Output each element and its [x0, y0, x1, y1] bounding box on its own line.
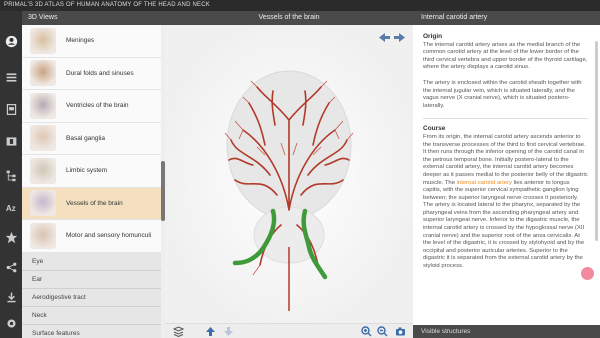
category-item[interactable]: Ear [22, 270, 165, 289]
rotate-left-arrow-icon[interactable] [379, 33, 390, 42]
view-label: Dural folds and sinuses [66, 69, 134, 77]
visible-structures-bar[interactable]: Visible structures [413, 325, 600, 338]
model-viewer: Vessels of the brain [165, 11, 413, 338]
section-divider [423, 118, 588, 120]
zoom-out-icon[interactable] [377, 326, 388, 337]
course-text-end: lies anterior to longus capitis, with th… [423, 179, 585, 270]
pin-icon[interactable] [581, 267, 594, 280]
rotate-right-arrow-icon[interactable] [394, 33, 405, 42]
download-icon[interactable] [3, 289, 19, 305]
view-label: Limbic system [66, 167, 108, 175]
camera-icon[interactable] [395, 326, 406, 337]
arrow-down-icon[interactable] [223, 326, 234, 337]
view-nav-arrows [379, 33, 405, 42]
star-icon[interactable] [3, 229, 19, 245]
view-thumbnail [30, 190, 56, 217]
views-panel: 3D Views Meninges Dural folds and sinuses… [22, 11, 165, 338]
info-content[interactable]: Origin The internal carotid artery arise… [413, 25, 600, 325]
film-icon[interactable] [3, 133, 19, 149]
course-text-start: From its origin, the internal carotid ar… [423, 133, 588, 186]
view-thumbnail [30, 157, 56, 184]
arrow-up-icon[interactable] [205, 326, 216, 337]
info-panel-title: Internal carotid artery [413, 11, 600, 25]
view-item[interactable]: Dural folds and sinuses [22, 57, 165, 90]
categories-list: Eye Ear Aerodigestive tract Neck Surface fea… [22, 252, 165, 338]
view-thumbnail [30, 222, 56, 249]
course-heading: Course [423, 125, 446, 133]
view-label: Vessels of the brain [66, 199, 123, 207]
category-item[interactable]: Surface features [22, 324, 165, 338]
views-list: Meninges Dural folds and sinuses Ventricle… [22, 25, 165, 253]
view-item[interactable]: Motor and sensory homunculi [22, 220, 165, 253]
view-item[interactable]: Vessels of the brain [22, 187, 165, 220]
view-label: Basal ganglia [66, 134, 106, 142]
info-panel: Internal carotid artery Origin The inter… [413, 11, 600, 338]
book-icon[interactable] [3, 101, 19, 117]
view-thumbnail [30, 92, 56, 119]
origin-paragraph-2: The artery is enclosed within the caroti… [423, 79, 582, 109]
viewer-bottom-bar [165, 323, 413, 338]
view-item[interactable]: Basal ganglia [22, 122, 165, 155]
view-thumbnail [30, 27, 56, 54]
view-label: Ventricles of the brain [66, 102, 129, 110]
settings-icon[interactable] [3, 315, 19, 331]
tree-icon[interactable] [3, 167, 19, 183]
zoom-in-icon[interactable] [361, 326, 372, 337]
view-item[interactable]: Limbic system [22, 155, 165, 188]
viewer-title: Vessels of the brain [165, 11, 413, 25]
view-thumbnail [30, 125, 56, 152]
brain-vessels-3d-canvas[interactable] [165, 25, 413, 323]
left-toolbar: Az [0, 11, 22, 338]
layers-icon[interactable] [3, 69, 19, 85]
svg-text:Az: Az [5, 203, 15, 212]
internal-carotid-artery-link[interactable]: internal carotid artery [457, 180, 512, 186]
category-item[interactable]: Eye [22, 252, 165, 271]
layers-stack-icon[interactable] [173, 326, 184, 337]
az-icon[interactable]: Az [3, 199, 19, 215]
view-thumbnail [30, 60, 56, 87]
views-panel-title: 3D Views [22, 11, 165, 25]
view-label: Meninges [66, 37, 95, 45]
view-item[interactable]: Ventricles of the brain [22, 90, 165, 123]
course-paragraph: From its origin, the internal carotid ar… [423, 134, 588, 271]
category-item[interactable]: Neck [22, 306, 165, 325]
origin-heading: Origin [423, 33, 443, 40]
app-title-bar: PRIMAL'S 3D ATLAS OF HUMAN ANATOMY OF TH… [0, 0, 600, 11]
info-scrollbar[interactable] [595, 41, 598, 241]
share-icon[interactable] [3, 259, 19, 275]
view-item[interactable]: Meninges [22, 25, 165, 58]
origin-paragraph-1: The internal carotid artery arises as th… [423, 41, 588, 71]
user-icon[interactable] [3, 33, 19, 49]
category-item[interactable]: Aerodigestive tract [22, 288, 165, 307]
view-label: Motor and sensory homunculi [66, 232, 152, 240]
